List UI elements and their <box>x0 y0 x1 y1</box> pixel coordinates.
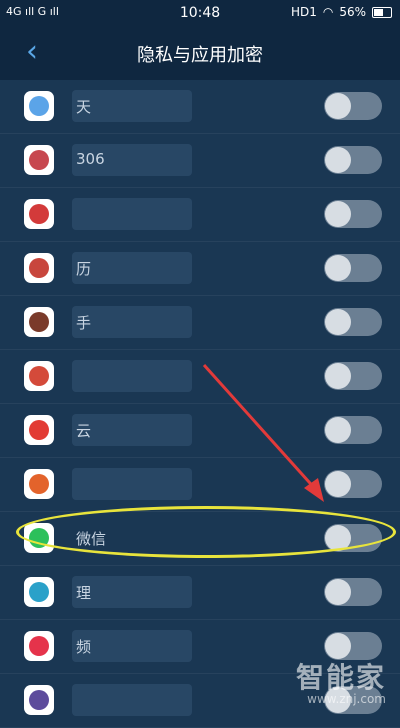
app-row: 历 <box>0 242 400 296</box>
redacted-name <box>72 198 192 230</box>
app-icon-glyph <box>29 96 49 116</box>
app-row: 理 <box>0 566 400 620</box>
app-icon <box>24 253 54 283</box>
app-icon-glyph <box>29 312 49 332</box>
app-name: 306 <box>76 150 105 168</box>
app-icon <box>24 577 54 607</box>
toggle-knob <box>325 417 351 443</box>
app-name: 手 <box>76 314 92 332</box>
lock-toggle[interactable] <box>324 470 382 498</box>
toggle-knob <box>325 309 351 335</box>
status-bar: 4G ıll G ıll 10:48 HD1 ◠ 56% <box>0 0 400 26</box>
app-name: 微信 <box>76 530 107 548</box>
toggle-knob <box>325 363 351 389</box>
lock-toggle[interactable] <box>324 362 382 390</box>
app-icon-glyph <box>29 204 49 224</box>
title-bar: ‹ 隐私与应用加密 <box>0 26 400 80</box>
toggle-knob <box>325 255 351 281</box>
app-icon <box>24 91 54 121</box>
redacted-name <box>72 468 192 500</box>
app-name: 历 <box>76 260 92 278</box>
app-icon <box>24 361 54 391</box>
app-row: 天 <box>0 80 400 134</box>
app-icon-glyph <box>29 474 49 494</box>
status-right: HD1 ◠ 56% <box>291 5 392 19</box>
watermark: 智能家 www.znj.com <box>296 656 386 706</box>
app-row: 云 <box>0 404 400 458</box>
toggle-knob <box>325 201 351 227</box>
app-icon-glyph <box>29 258 49 278</box>
watermark-logo: 智能家 <box>295 661 386 694</box>
app-row <box>0 350 400 404</box>
app-icon <box>24 307 54 337</box>
app-lock-list: 天 306 历手云微信理频 <box>0 80 400 728</box>
app-icon-glyph <box>29 690 49 710</box>
battery-icon <box>372 6 392 18</box>
lock-toggle[interactable] <box>324 578 382 606</box>
app-icon <box>24 685 54 715</box>
app-icon <box>24 631 54 661</box>
app-icon-glyph <box>29 150 49 170</box>
toggle-knob <box>325 579 351 605</box>
app-icon <box>24 469 54 499</box>
app-icon-glyph <box>29 582 49 602</box>
battery-percent: 56% <box>339 5 366 19</box>
lock-toggle[interactable] <box>324 524 382 552</box>
redacted-name <box>72 684 192 716</box>
toggle-knob <box>325 525 351 551</box>
app-row: 微信 <box>0 512 400 566</box>
lock-toggle[interactable] <box>324 308 382 336</box>
app-name: 频 <box>76 638 92 656</box>
app-row <box>0 458 400 512</box>
page-title: 隐私与应用加密 <box>137 45 263 66</box>
toggle-knob <box>325 147 351 173</box>
app-icon-glyph <box>29 528 49 548</box>
app-name: 云 <box>76 422 92 440</box>
hd-indicator: HD1 <box>290 5 317 19</box>
app-name: 理 <box>76 584 92 602</box>
app-name: 天 <box>76 98 92 116</box>
app-icon-glyph <box>29 636 49 656</box>
lock-toggle[interactable] <box>324 254 382 282</box>
wifi-icon: ◠ <box>322 5 334 19</box>
app-icon <box>24 415 54 445</box>
app-row <box>0 188 400 242</box>
app-icon <box>24 199 54 229</box>
toggle-knob <box>325 93 351 119</box>
lock-toggle[interactable] <box>324 200 382 228</box>
toggle-knob <box>325 471 351 497</box>
lock-toggle[interactable] <box>324 416 382 444</box>
app-row: 306 <box>0 134 400 188</box>
app-icon <box>24 145 54 175</box>
lock-toggle[interactable] <box>324 92 382 120</box>
redacted-name <box>72 360 192 392</box>
app-icon-glyph <box>29 420 49 440</box>
watermark-url: www.znj.com <box>307 692 386 706</box>
app-icon-glyph <box>29 366 49 386</box>
app-row: 手 <box>0 296 400 350</box>
app-icon <box>24 523 54 553</box>
lock-toggle[interactable] <box>324 146 382 174</box>
